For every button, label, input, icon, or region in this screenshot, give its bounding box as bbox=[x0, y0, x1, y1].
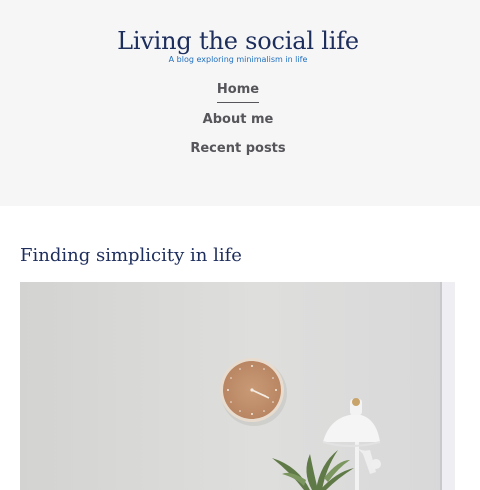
nav-item-home-label: Home bbox=[216, 80, 260, 103]
site-tagline: A blog exploring minimalism in life bbox=[168, 55, 308, 64]
site-title[interactable]: Living the social life bbox=[0, 25, 476, 57]
wall-clock-lamp-plant-photo bbox=[20, 282, 455, 490]
site-header: Living the social life A blog exploring … bbox=[0, 0, 480, 206]
nav-item-about-me-label: About me bbox=[202, 112, 274, 127]
post-featured-image[interactable] bbox=[20, 282, 455, 490]
nav-item-about-me[interactable]: About me bbox=[0, 110, 476, 132]
post-title[interactable]: Finding simplicity in life bbox=[20, 243, 242, 269]
nav-item-recent-posts[interactable]: Recent posts bbox=[0, 139, 476, 161]
nav-item-home[interactable]: Home bbox=[0, 80, 476, 103]
nav-item-recent-posts-label: Recent posts bbox=[190, 141, 286, 156]
